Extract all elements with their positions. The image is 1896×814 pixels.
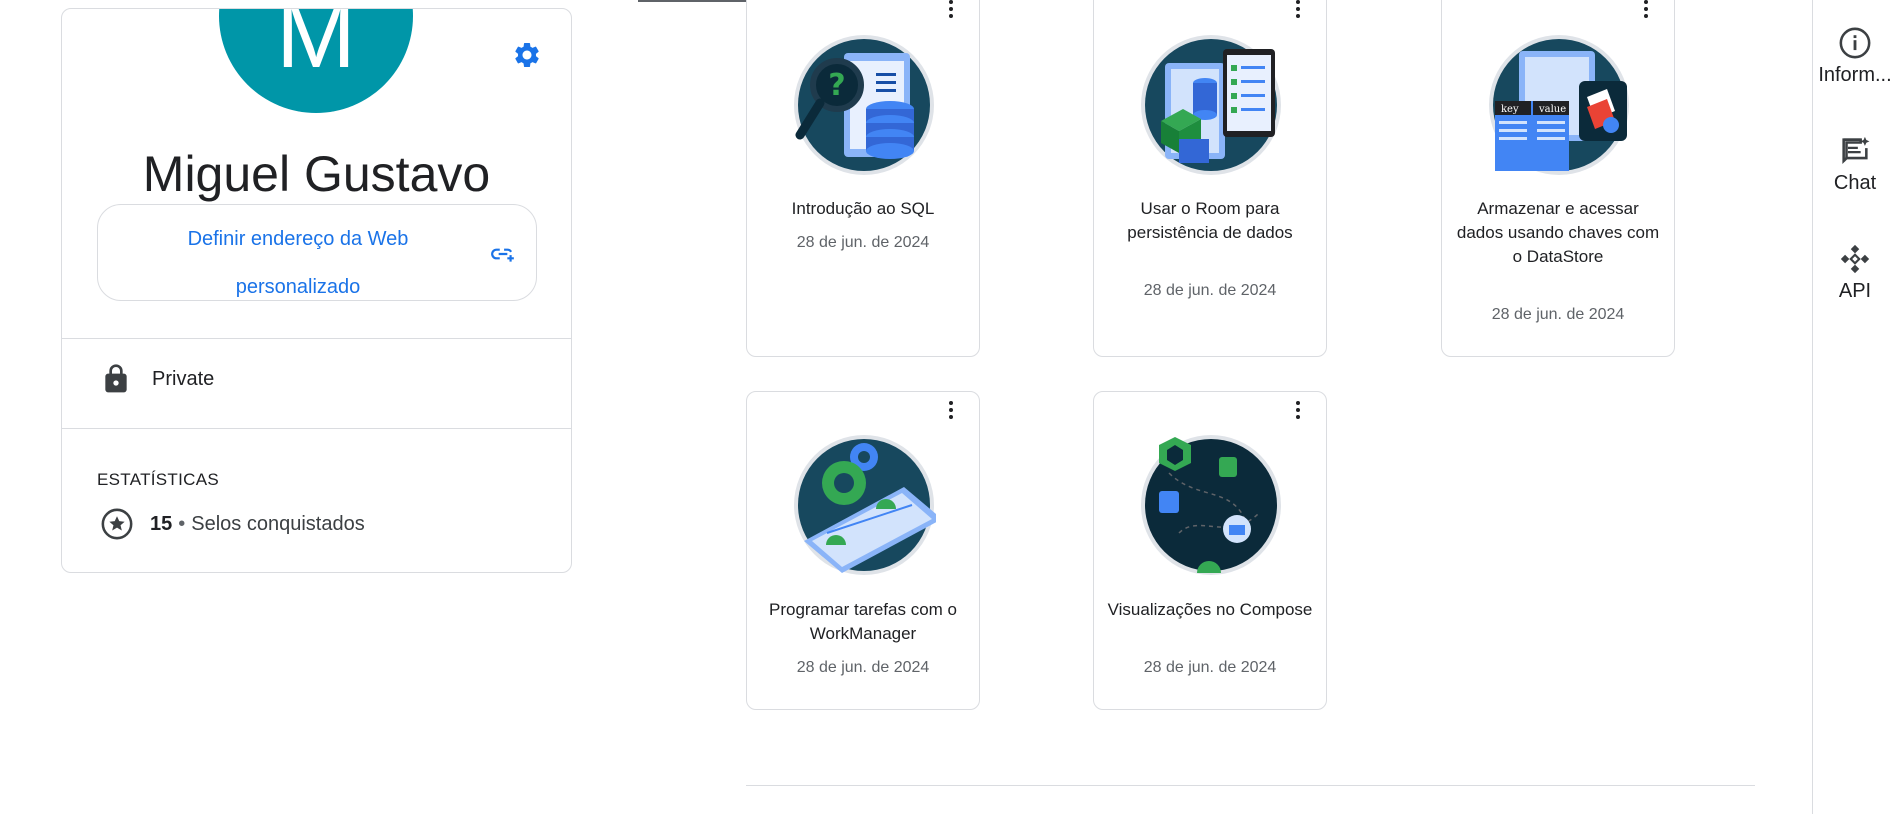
badge-count: 15 <box>150 512 173 535</box>
menu-dot-icon <box>1296 415 1300 419</box>
more-options-button[interactable] <box>1286 0 1310 21</box>
side-panel-api-button[interactable]: API <box>1813 242 1896 303</box>
badge-card[interactable]: key value Armazenar e acessar dados usan… <box>1441 0 1675 357</box>
more-options-button[interactable] <box>1634 0 1658 21</box>
api-icon <box>1840 244 1870 274</box>
section-divider <box>746 785 1755 786</box>
menu-dot-icon <box>1644 14 1648 18</box>
card-divider <box>62 338 571 339</box>
badge-stats-row: 15 • Selos conquistados <box>100 507 365 541</box>
more-options-button[interactable] <box>939 0 963 21</box>
menu-dot-icon <box>1644 7 1648 11</box>
menu-dot-icon <box>1296 14 1300 18</box>
custom-web-address-button[interactable]: Definir endereço da Web personalizado <box>97 204 537 301</box>
svg-text:?: ? <box>828 68 845 103</box>
badge-card[interactable]: Visualizações no Compose 28 de jun. de 2… <box>1093 391 1327 710</box>
badge-card[interactable]: Programar tarefas com o WorkManager 28 d… <box>746 391 980 710</box>
compose-badge-icon <box>1141 435 1281 575</box>
datastore-badge-icon: key value <box>1489 35 1629 175</box>
lock-icon <box>105 364 127 393</box>
menu-dot-icon <box>1296 7 1300 11</box>
menu-dot-icon <box>949 401 953 405</box>
badge-date: 28 de jun. de 2024 <box>796 234 930 251</box>
badge-card[interactable]: ? Introdução ao SQL 28 de jun. de 2024 <box>746 0 980 357</box>
sql-badge-icon: ? <box>794 35 934 175</box>
stats-separator: • <box>178 512 186 535</box>
card-divider <box>62 428 571 429</box>
menu-dot-icon <box>1296 0 1300 4</box>
badge-title: Programar tarefas com o WorkManager <box>768 600 957 643</box>
gear-icon <box>515 42 539 67</box>
badge-image-label: key <box>1501 104 1519 115</box>
menu-dot-icon <box>1644 0 1648 4</box>
side-panel-api-label: API <box>1838 280 1872 302</box>
menu-dot-icon <box>949 7 953 11</box>
workmanager-badge-icon <box>794 435 936 575</box>
side-panel-chat-label: Chat <box>1833 172 1877 194</box>
menu-dot-icon <box>1296 408 1300 412</box>
badge-count-label: Selos conquistados <box>191 512 365 535</box>
add-link-icon <box>491 248 514 262</box>
side-panel-info-button[interactable]: Inform... <box>1813 26 1896 87</box>
badge-card[interactable]: Usar o Room para persistência de dados 2… <box>1093 0 1327 357</box>
side-panel: Inform... Chat API <box>1812 0 1896 814</box>
profile-name: Miguel Gustavo <box>142 146 491 202</box>
menu-dot-icon <box>949 408 953 412</box>
profile-card: M Miguel Gustavo Definir endereço da Web… <box>61 8 572 573</box>
badge-title: Introdução ao SQL <box>791 199 935 218</box>
menu-dot-icon <box>949 14 953 18</box>
more-options-button[interactable] <box>1286 398 1310 422</box>
badge-title: Armazenar e acessar dados usando chaves … <box>1456 199 1660 266</box>
settings-button[interactable] <box>509 37 545 73</box>
side-panel-info-label: Inform... <box>1818 64 1892 86</box>
info-icon <box>1839 27 1871 59</box>
custom-web-address-label: Definir endereço da Web personalizado <box>187 228 409 298</box>
badge-date: 28 de jun. de 2024 <box>1143 659 1277 676</box>
badge-title: Usar o Room para persistência de dados <box>1127 199 1293 242</box>
more-options-button[interactable] <box>939 398 963 422</box>
menu-dot-icon <box>949 415 953 419</box>
room-badge-icon <box>1141 35 1281 175</box>
privacy-label: Private <box>152 367 215 390</box>
menu-dot-icon <box>949 0 953 4</box>
badge-date: 28 de jun. de 2024 <box>796 659 930 676</box>
privacy-row: Private <box>100 363 214 395</box>
chat-icon <box>1842 136 1870 164</box>
menu-dot-icon <box>1296 401 1300 405</box>
stats-heading: ESTATÍSTICAS <box>97 470 219 489</box>
badge-date: 28 de jun. de 2024 <box>1491 306 1625 323</box>
side-panel-chat-button[interactable]: Chat <box>1813 134 1896 195</box>
badge-title: Visualizações no Compose <box>1107 600 1313 619</box>
star-badge-icon <box>101 508 133 540</box>
badge-date: 28 de jun. de 2024 <box>1143 282 1277 299</box>
badge-image-label: value <box>1538 104 1566 115</box>
avatar: M <box>219 9 413 113</box>
